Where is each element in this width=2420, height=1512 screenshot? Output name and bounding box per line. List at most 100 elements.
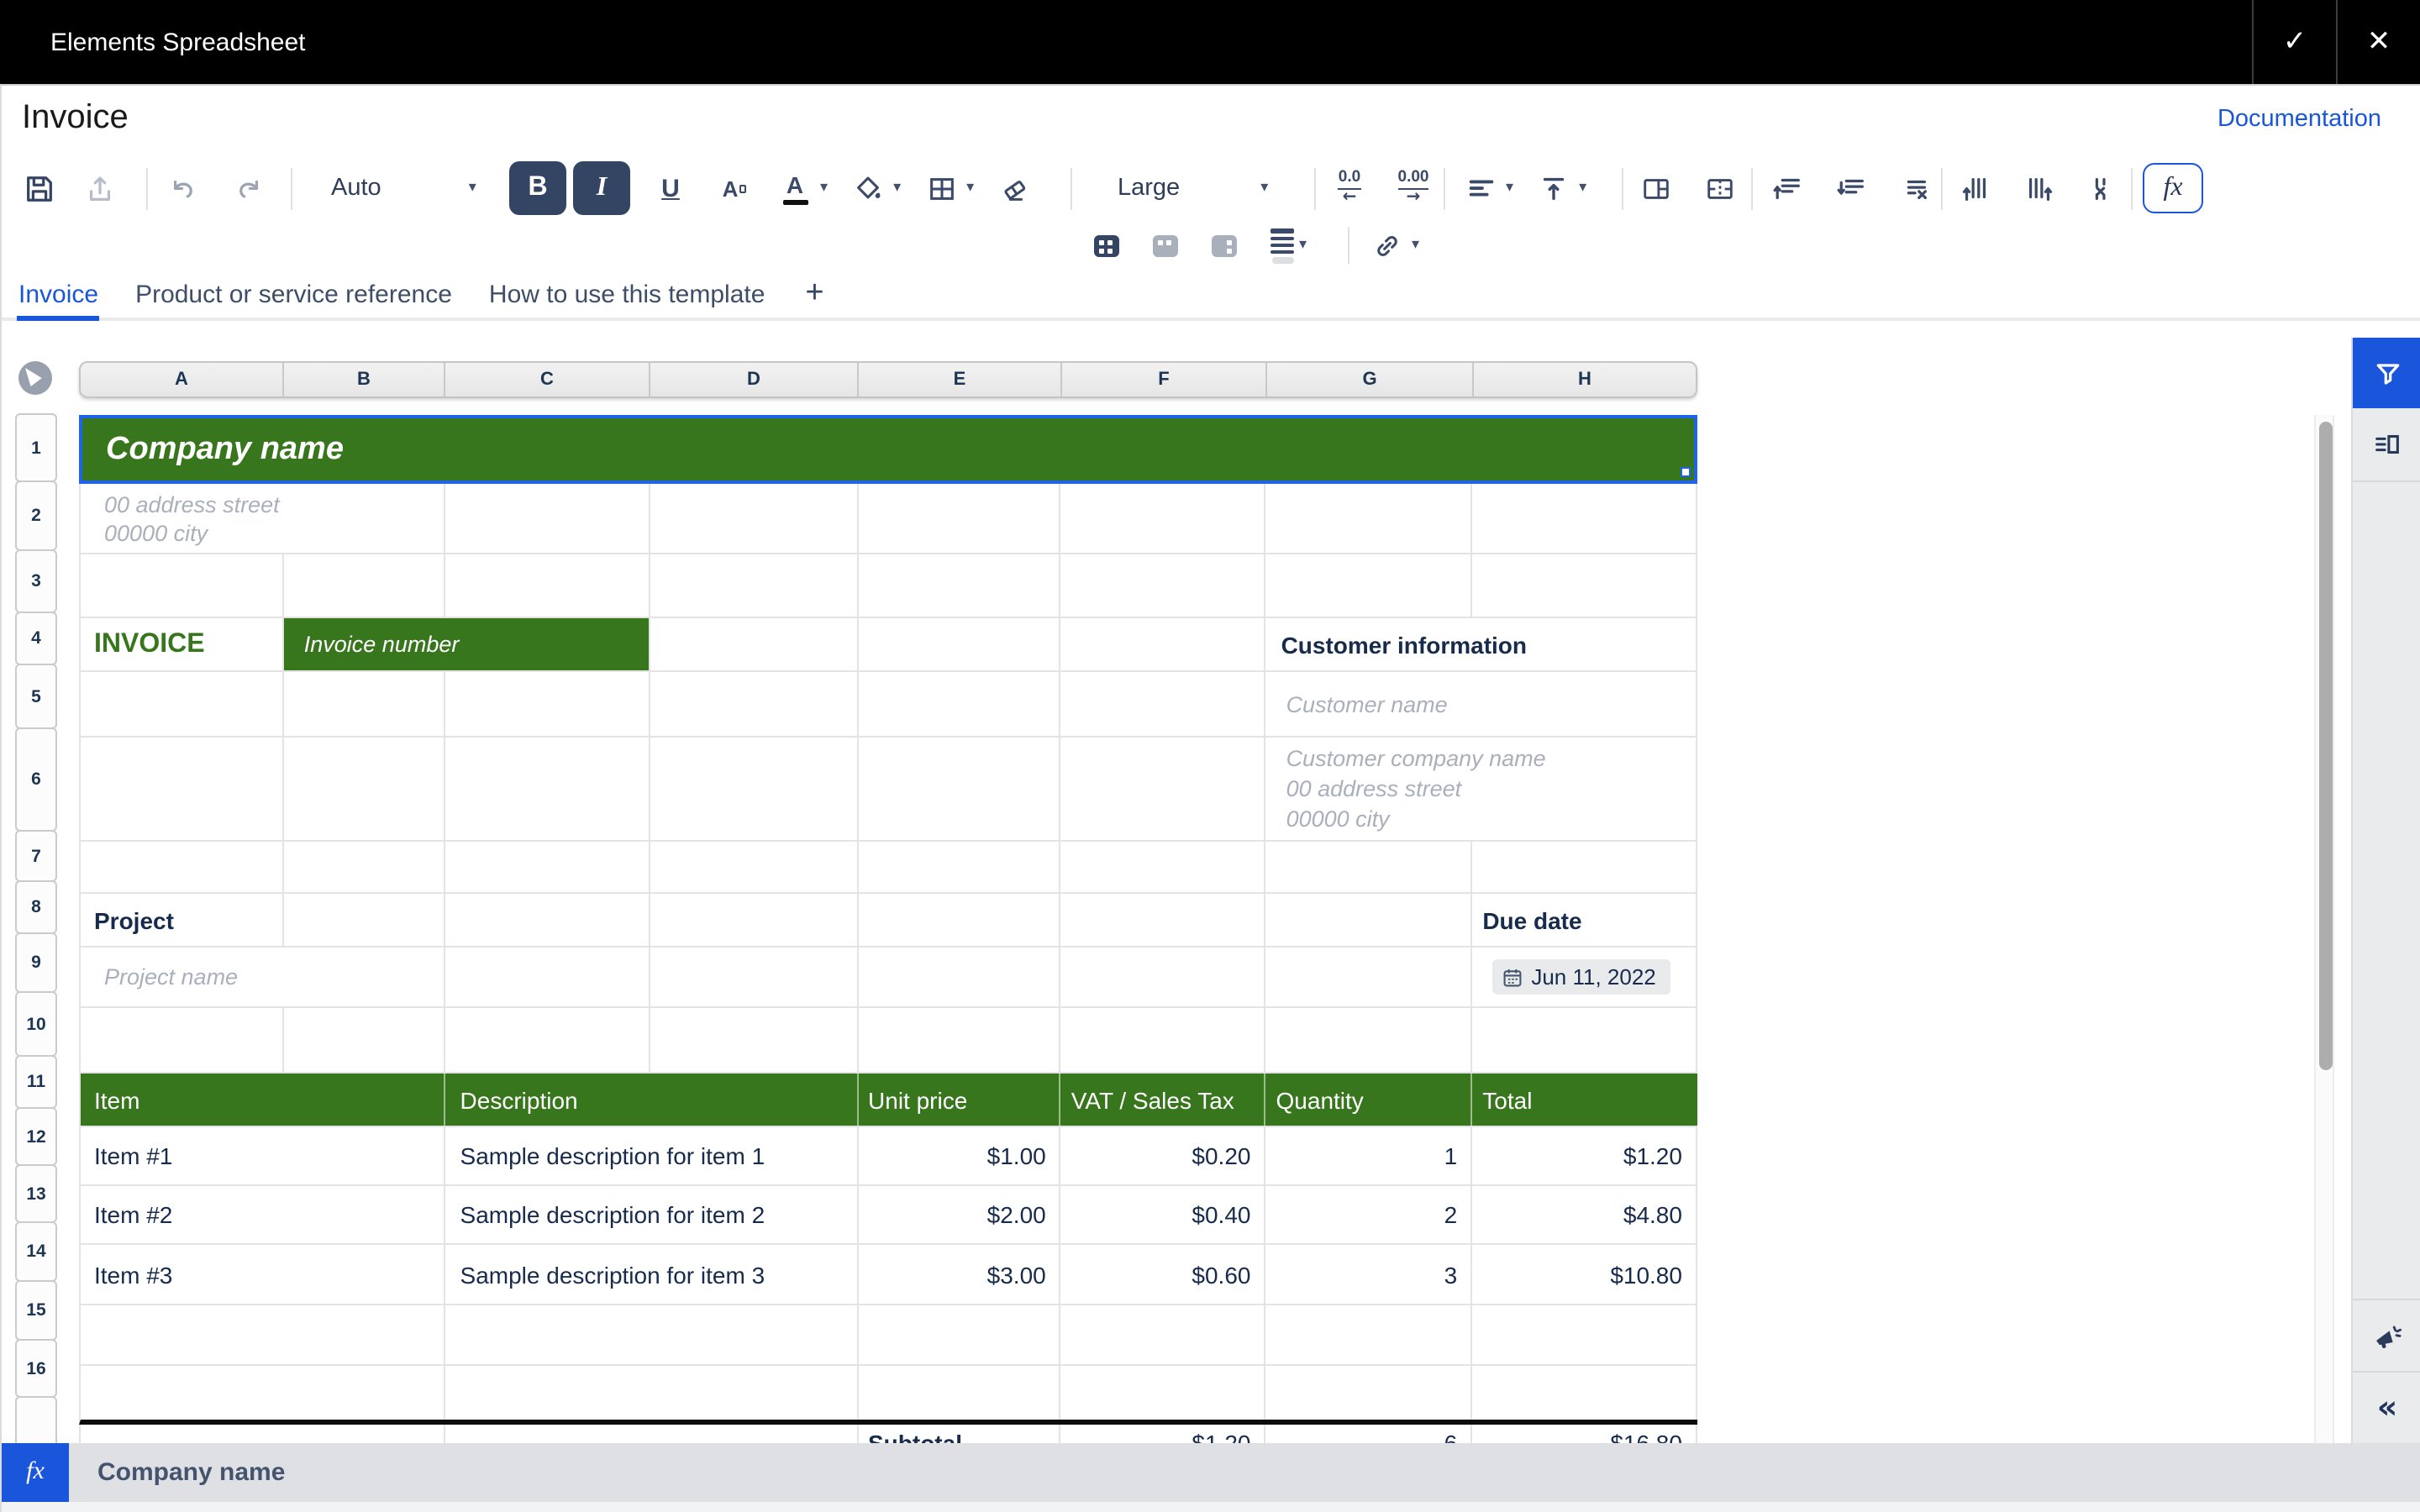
cell-total[interactable]: $4.80 bbox=[1472, 1186, 1697, 1243]
cell[interactable] bbox=[81, 1366, 445, 1420]
cell-due-date[interactable]: Jun 11, 2022 bbox=[1472, 948, 1697, 1006]
table-header-total[interactable]: Total bbox=[1472, 1074, 1697, 1126]
add-sheet-button[interactable]: + bbox=[805, 276, 823, 312]
cell-total[interactable]: $1.20 bbox=[1472, 1127, 1697, 1184]
cell[interactable] bbox=[1061, 618, 1266, 670]
documentation-link[interactable]: Documentation bbox=[2217, 106, 2381, 133]
column-header-e[interactable]: E bbox=[859, 363, 1062, 396]
cell[interactable] bbox=[1266, 554, 1473, 617]
cell[interactable] bbox=[650, 554, 858, 617]
chevron-down-icon[interactable]: ▾ bbox=[1506, 180, 1513, 197]
cell[interactable] bbox=[81, 842, 284, 892]
chevron-down-icon[interactable]: ▾ bbox=[893, 180, 901, 197]
italic-button[interactable]: I bbox=[573, 161, 630, 215]
cell-subtotal-label[interactable]: Subtotal bbox=[858, 1425, 1061, 1443]
cell[interactable] bbox=[858, 1008, 1061, 1072]
chevron-down-icon[interactable]: ▾ bbox=[1412, 237, 1419, 254]
cell[interactable] bbox=[284, 554, 445, 617]
cell-unit-price[interactable]: $3.00 bbox=[858, 1245, 1061, 1304]
cell-description[interactable]: Sample description for item 2 bbox=[445, 1186, 858, 1243]
tab-invoice[interactable]: Invoice bbox=[18, 280, 98, 308]
cell[interactable] bbox=[1266, 1008, 1473, 1072]
export-button[interactable] bbox=[79, 165, 119, 212]
row-header[interactable]: 8 bbox=[15, 880, 57, 934]
cell[interactable] bbox=[445, 738, 650, 840]
cell-subtotal-total[interactable]: $16.80 bbox=[1472, 1425, 1697, 1443]
cell[interactable] bbox=[650, 1008, 858, 1072]
horizontal-align-button[interactable] bbox=[1460, 165, 1501, 212]
cell[interactable] bbox=[445, 894, 650, 946]
scrollbar-handle[interactable] bbox=[2319, 422, 2333, 1070]
cell[interactable] bbox=[1061, 672, 1266, 736]
chevron-down-icon[interactable]: ▾ bbox=[820, 180, 828, 197]
undo-button[interactable] bbox=[163, 165, 203, 212]
cell[interactable] bbox=[650, 738, 858, 840]
fill-color-button[interactable] bbox=[848, 165, 888, 212]
insert-column-right-button[interactable] bbox=[2018, 165, 2059, 212]
cell[interactable] bbox=[1472, 1366, 1697, 1420]
row-header[interactable]: 16 bbox=[15, 1339, 57, 1398]
border-style-button[interactable] bbox=[1270, 227, 1294, 265]
cell-item[interactable]: Item #2 bbox=[81, 1186, 445, 1243]
cell[interactable] bbox=[445, 1305, 859, 1364]
font-size-select[interactable]: Large ▾ bbox=[1118, 175, 1268, 202]
cell-customer-name[interactable]: Customer name bbox=[1266, 672, 1697, 736]
table-header-vat[interactable]: VAT / Sales Tax bbox=[1061, 1074, 1266, 1126]
chevron-down-icon[interactable]: ▾ bbox=[1299, 237, 1307, 254]
text-effects-button[interactable]: A bbox=[714, 165, 755, 212]
row-header[interactable]: 3 bbox=[15, 549, 57, 613]
cell[interactable] bbox=[81, 1425, 445, 1443]
cell[interactable] bbox=[858, 554, 1061, 617]
cell-company-name[interactable]: Company name bbox=[79, 415, 1697, 484]
cell[interactable] bbox=[284, 894, 445, 946]
table-header-description[interactable]: Description bbox=[445, 1074, 859, 1126]
cell[interactable] bbox=[1061, 554, 1266, 617]
cell[interactable] bbox=[81, 672, 284, 736]
vertical-align-button[interactable] bbox=[1534, 165, 1574, 212]
split-cells-button[interactable] bbox=[1699, 165, 1739, 212]
chevron-down-icon[interactable]: ▾ bbox=[966, 180, 974, 197]
row-header[interactable]: 5 bbox=[15, 664, 57, 729]
cell[interactable] bbox=[445, 1425, 858, 1443]
insert-link-button[interactable] bbox=[1366, 222, 1407, 269]
cell[interactable] bbox=[858, 842, 1061, 892]
cell-customer-company[interactable]: Customer company name 00 address street … bbox=[1266, 738, 1697, 840]
underline-button[interactable]: U bbox=[650, 165, 691, 212]
cell[interactable] bbox=[858, 738, 1061, 840]
freeze-rows-button[interactable] bbox=[1153, 234, 1178, 256]
cell[interactable] bbox=[445, 842, 650, 892]
cell[interactable] bbox=[1472, 484, 1697, 553]
cell[interactable] bbox=[1266, 1305, 1473, 1364]
cell-project-name[interactable]: Project name bbox=[81, 948, 445, 1006]
row-header[interactable]: 1 bbox=[15, 413, 57, 482]
row-header[interactable]: 4 bbox=[15, 612, 57, 665]
row-header[interactable]: 12 bbox=[15, 1107, 57, 1166]
cell[interactable] bbox=[1061, 738, 1266, 840]
cell-invoice-title[interactable]: INVOICE bbox=[81, 618, 284, 670]
cell[interactable] bbox=[445, 1008, 650, 1072]
delete-row-button[interactable] bbox=[1894, 165, 1934, 212]
row-header[interactable]: 9 bbox=[15, 932, 57, 993]
table-header-quantity[interactable]: Quantity bbox=[1266, 1074, 1473, 1126]
row-header[interactable]: 10 bbox=[15, 991, 57, 1057]
close-button[interactable]: ✕ bbox=[2336, 0, 2420, 84]
column-header-c[interactable]: C bbox=[445, 363, 650, 396]
cell[interactable] bbox=[650, 842, 858, 892]
vertical-scrollbar[interactable] bbox=[2314, 415, 2334, 1443]
borders-button[interactable] bbox=[921, 165, 961, 212]
cell[interactable] bbox=[1266, 948, 1473, 1006]
cell[interactable] bbox=[650, 948, 858, 1006]
decrease-decimal-button[interactable]: 0.0← bbox=[1329, 165, 1370, 212]
cell[interactable] bbox=[81, 738, 284, 840]
select-all-button[interactable] bbox=[18, 361, 52, 395]
cell[interactable] bbox=[1061, 842, 1266, 892]
formula-fx-button[interactable]: fx bbox=[2, 1443, 69, 1502]
cell-vat[interactable]: $0.20 bbox=[1061, 1127, 1266, 1184]
cell[interactable] bbox=[1061, 1305, 1266, 1364]
cell[interactable] bbox=[81, 1008, 284, 1072]
cell[interactable] bbox=[1472, 554, 1697, 617]
row-header[interactable]: 15 bbox=[15, 1280, 57, 1341]
row-header[interactable]: 7 bbox=[15, 830, 57, 882]
row-header[interactable] bbox=[15, 1396, 57, 1443]
table-header-unit-price[interactable]: Unit price bbox=[858, 1074, 1061, 1126]
